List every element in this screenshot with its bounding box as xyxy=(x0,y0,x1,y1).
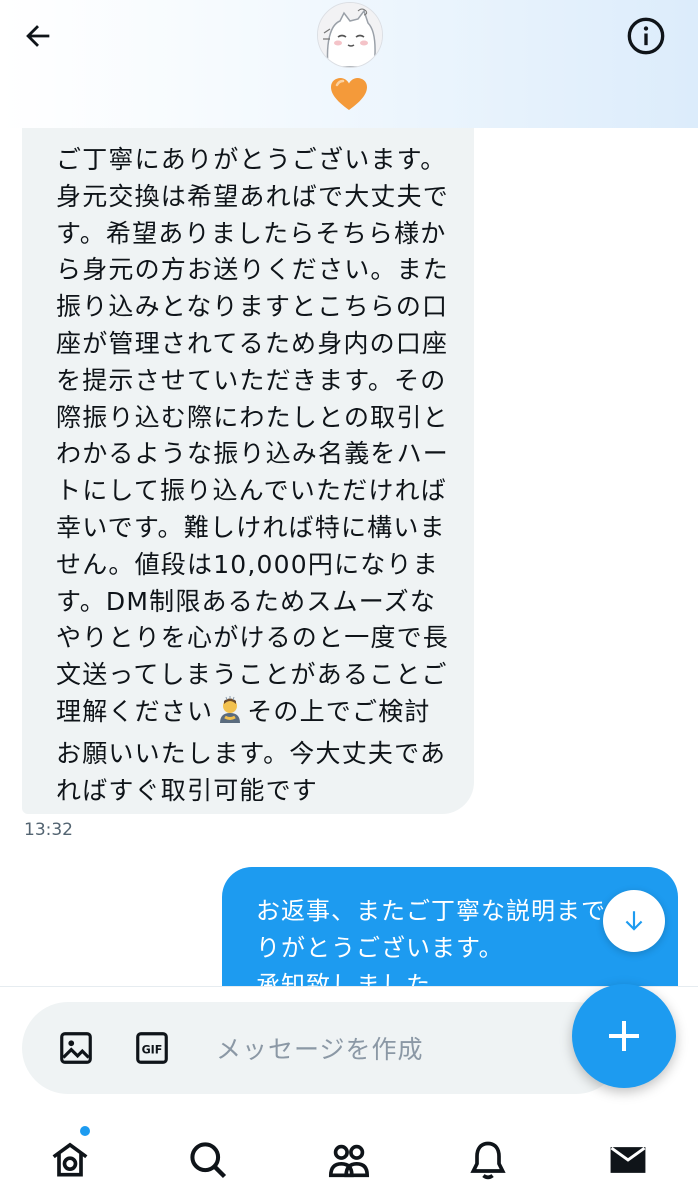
compose-fab-button[interactable] xyxy=(572,984,676,1088)
message-line: す。希望ありましたらそちら様か xyxy=(56,218,447,248)
message-input[interactable] xyxy=(214,1022,558,1076)
message-line: わかるような振り込み名義をハー xyxy=(56,439,450,469)
message-line: ればすぐ取引可能です xyxy=(56,775,319,805)
nav-search[interactable] xyxy=(180,1132,236,1188)
message-line: 座が管理されてるため身内の口座 xyxy=(56,328,449,358)
scroll-to-bottom-button[interactable] xyxy=(603,890,665,952)
back-button[interactable] xyxy=(18,16,58,56)
message-line: を提示させていただきます。その xyxy=(56,365,447,395)
plus-icon xyxy=(609,1021,639,1051)
message-line: お願いいたします。今大丈夫であ xyxy=(56,738,447,768)
message-line: 身元交換は希望あればで大丈夫で xyxy=(56,181,450,211)
message-line: ご丁寧にありがとうございます。 xyxy=(56,145,447,174)
message-line: せん。値段は10,000円になりま xyxy=(56,549,439,579)
orange-heart-icon xyxy=(329,76,369,112)
bottom-navigation xyxy=(0,1120,698,1200)
home-notification-dot xyxy=(80,1126,90,1136)
message-line: 文送ってしまうことがあることご xyxy=(56,660,448,690)
nav-notifications[interactable] xyxy=(460,1132,516,1188)
add-gif-button[interactable]: GIF xyxy=(132,1028,172,1068)
bowing-person-emoji-icon xyxy=(215,695,245,736)
cat-avatar-icon xyxy=(318,3,382,67)
arrow-down-icon xyxy=(625,911,643,931)
incoming-message-text: ご丁寧にありがとうございます。 身元交換は希望あればで大丈夫で す。希望ありまし… xyxy=(56,142,464,809)
arrow-left-icon xyxy=(26,25,50,47)
image-icon xyxy=(60,1032,92,1064)
message-line: やりとりを心がけるのと一度で長 xyxy=(56,623,450,653)
message-line-part: 理解ください xyxy=(56,696,214,726)
info-button[interactable] xyxy=(624,14,668,58)
home-icon xyxy=(52,1142,88,1177)
message-line: 際振り込む際にわたしとの取引と xyxy=(56,402,449,432)
message-line: ら身元の方お送りください。また xyxy=(56,255,450,285)
messages-icon xyxy=(610,1146,646,1173)
message-line-part: その上でご検討 xyxy=(247,696,431,726)
message-line: 振り込みとなりますとこちらの口 xyxy=(56,292,449,322)
search-icon xyxy=(190,1142,227,1179)
nav-home[interactable] xyxy=(42,1132,98,1188)
message-line: す。DM制限あるためスムーズな xyxy=(56,586,437,616)
message-line: 幸いです。難しければ特に構いま xyxy=(56,512,446,542)
add-image-button[interactable] xyxy=(56,1028,96,1068)
communities-icon xyxy=(328,1144,370,1178)
message-line-with-emoji: 理解ください その上でご検討 xyxy=(56,694,464,736)
gif-icon: GIF xyxy=(136,1032,168,1064)
message-timestamp: 13:32 xyxy=(24,820,73,840)
nav-messages[interactable] xyxy=(600,1132,656,1188)
info-icon xyxy=(627,17,665,55)
nav-communities[interactable] xyxy=(321,1132,377,1188)
notifications-icon xyxy=(470,1141,506,1180)
conversation-header xyxy=(0,0,698,128)
message-line: トにして振り込んでいただければ xyxy=(56,476,448,506)
avatar[interactable] xyxy=(317,2,383,68)
gif-label: GIF xyxy=(142,1044,163,1057)
